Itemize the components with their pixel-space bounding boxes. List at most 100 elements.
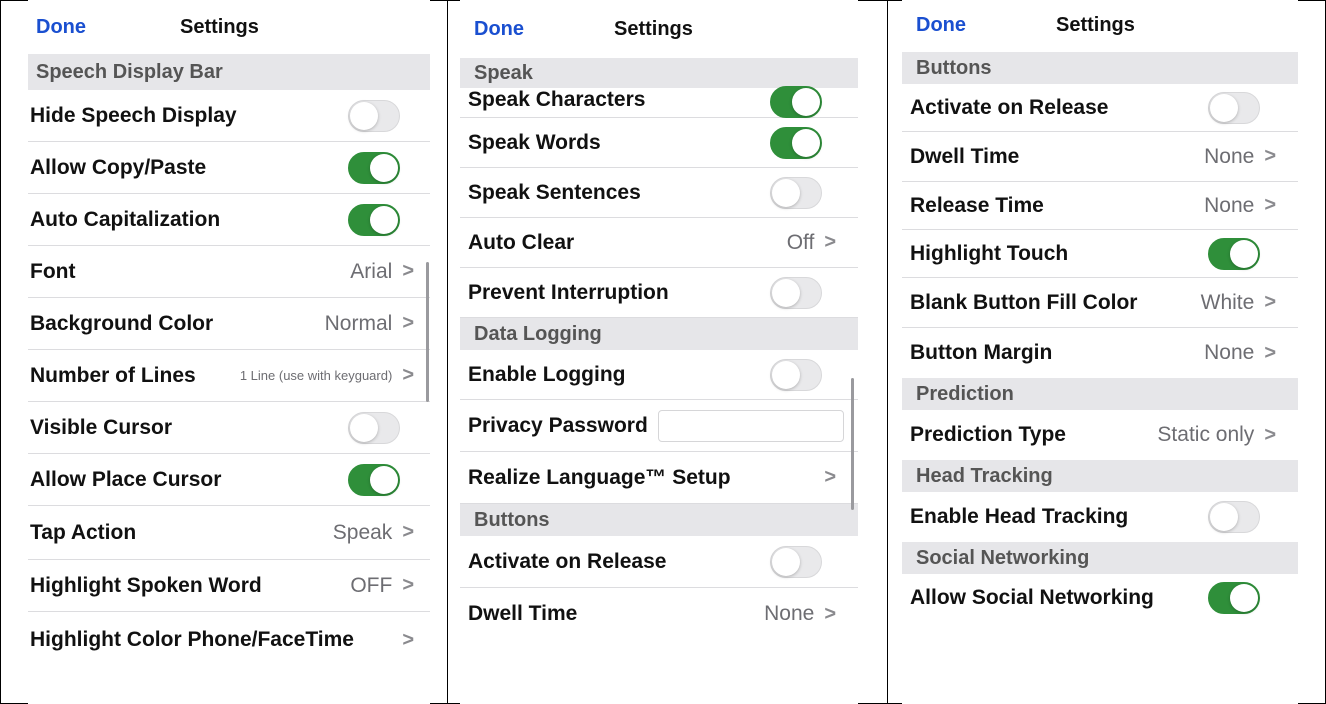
enable-logging-toggle[interactable] — [770, 358, 822, 391]
row-label: Allow Copy/Paste — [30, 155, 207, 179]
row-dwell-time[interactable]: Dwell Time None > — [902, 132, 1298, 182]
button-margin-value: None — [1204, 341, 1255, 364]
section-head-tracking: Head Tracking — [902, 460, 1298, 492]
scrollbar[interactable] — [426, 262, 429, 402]
row-label: Speak Characters — [468, 88, 646, 111]
row-label: Auto Capitalization — [30, 207, 221, 231]
scrollbar[interactable] — [851, 378, 854, 510]
nav-title: Settings — [614, 17, 693, 40]
row-allow-social-networking[interactable]: Allow Social Networking — [902, 574, 1298, 622]
settings-panel-speech-display: Done Settings Speech Display Bar Hide Sp… — [28, 0, 430, 704]
row-label: Speak Words — [468, 130, 601, 154]
row-enable-logging[interactable]: Enable Logging — [460, 350, 858, 400]
row-highlight-color[interactable]: Highlight Color Phone/FaceTime > — [28, 612, 430, 668]
allow-place-cursor-toggle[interactable] — [348, 463, 400, 496]
nav-title: Settings — [1056, 14, 1135, 36]
row-hide-speech-display[interactable]: Hide Speech Display — [28, 90, 430, 142]
row-label: Blank Button Fill Color — [910, 290, 1138, 314]
prevent-interruption-toggle[interactable] — [770, 276, 822, 309]
row-label: Tap Action — [30, 520, 137, 544]
row-visible-cursor[interactable]: Visible Cursor — [28, 402, 430, 454]
section-header-label: Speech Display Bar — [36, 60, 223, 83]
row-background-color[interactable]: Background Color Normal > — [28, 298, 430, 350]
row-label: Hide Speech Display — [30, 103, 237, 127]
speak-words-toggle[interactable] — [770, 126, 822, 159]
chevron-right-icon: > — [402, 628, 414, 651]
section-header-label: Head Tracking — [916, 464, 1053, 487]
row-release-time[interactable]: Release Time None > — [902, 182, 1298, 230]
row-value: White > — [1201, 291, 1276, 315]
section-buttons: Buttons — [460, 504, 858, 536]
activate-on-release-toggle[interactable] — [1208, 91, 1260, 124]
row-activate-on-release[interactable]: Activate on Release — [902, 84, 1298, 132]
speak-sentences-toggle[interactable] — [770, 176, 822, 209]
row-auto-capitalization[interactable]: Auto Capitalization — [28, 194, 430, 246]
section-social-networking: Social Networking — [902, 542, 1298, 574]
done-button[interactable]: Done — [916, 14, 966, 37]
row-label: Realize Language™ Setup — [468, 465, 731, 489]
allow-copy-paste-toggle[interactable] — [348, 151, 400, 184]
visible-cursor-toggle[interactable] — [348, 411, 400, 444]
row-privacy-password[interactable]: Privacy Password — [460, 400, 858, 452]
row-tap-action[interactable]: Tap Action Speak > — [28, 506, 430, 560]
row-auto-clear[interactable]: Auto Clear Off > — [460, 218, 858, 268]
row-activate-on-release[interactable]: Activate on Release — [460, 536, 858, 588]
row-highlight-spoken-word[interactable]: Highlight Spoken Word OFF > — [28, 560, 430, 612]
section-header-label: Buttons — [474, 508, 550, 531]
row-prediction-type[interactable]: Prediction Type Static only > — [902, 410, 1298, 460]
row-label: Speak Sentences — [468, 180, 641, 204]
nav-bar: Done Settings — [902, 0, 1298, 52]
enable-head-tracking-toggle[interactable] — [1208, 501, 1260, 533]
row-speak-sentences[interactable]: Speak Sentences — [460, 168, 858, 218]
row-enable-head-tracking[interactable]: Enable Head Tracking — [902, 492, 1298, 542]
row-value: None > — [1204, 341, 1276, 365]
row-value: Off > — [787, 231, 836, 255]
tap-action-value: Speak — [332, 520, 393, 544]
number-of-lines-value: 1 Line (use with keyguard) — [239, 368, 393, 383]
row-button-margin[interactable]: Button Margin None > — [902, 328, 1298, 378]
row-label: Visible Cursor — [30, 415, 172, 439]
allow-social-networking-toggle[interactable] — [1208, 582, 1260, 614]
settings-panel-buttons: Done Settings Buttons Activate on Releas… — [902, 0, 1298, 704]
row-number-of-lines[interactable]: Number of Lines 1 Line (use with keyguar… — [28, 350, 430, 402]
row-allow-place-cursor[interactable]: Allow Place Cursor — [28, 454, 430, 506]
speak-characters-toggle[interactable] — [770, 86, 822, 118]
row-prevent-interruption[interactable]: Prevent Interruption — [460, 268, 858, 318]
row-blank-button-fill-color[interactable]: Blank Button Fill Color White > — [902, 278, 1298, 328]
row-label: Activate on Release — [910, 95, 1109, 119]
row-value: 1 Line (use with keyguard) > — [240, 364, 414, 387]
activate-on-release-toggle[interactable] — [770, 545, 822, 578]
row-dwell-time[interactable]: Dwell Time None > — [460, 588, 858, 640]
done-button[interactable]: Done — [474, 18, 524, 41]
row-speak-words[interactable]: Speak Words — [460, 118, 858, 168]
row-label: Font — [30, 259, 76, 283]
highlight-touch-toggle[interactable] — [1208, 237, 1260, 270]
row-label: Highlight Touch — [910, 241, 1069, 265]
section-header-label: Speak — [474, 61, 533, 84]
done-button[interactable]: Done — [36, 16, 86, 39]
highlight-spoken-word-value: OFF — [350, 573, 393, 597]
row-label: Number of Lines — [30, 363, 196, 387]
chevron-right-icon: > — [1264, 194, 1276, 216]
privacy-password-field[interactable] — [658, 409, 844, 442]
chevron-right-icon: > — [1264, 341, 1276, 364]
auto-capitalization-toggle[interactable] — [348, 203, 400, 236]
chevron-right-icon: > — [1264, 145, 1276, 167]
row-value: Arial > — [350, 260, 414, 284]
row-label: Background Color — [30, 311, 214, 335]
section-header-label: Data Logging — [474, 322, 602, 345]
row-speak-characters[interactable]: Speak Characters — [460, 86, 858, 118]
row-label: Allow Place Cursor — [30, 467, 222, 491]
row-allow-copy-paste[interactable]: Allow Copy/Paste — [28, 142, 430, 194]
row-value: OFF > — [350, 574, 414, 598]
row-label: Allow Social Networking — [910, 586, 1154, 609]
chevron-right-icon: > — [402, 260, 414, 282]
row-font[interactable]: Font Arial > — [28, 246, 430, 298]
row-highlight-touch[interactable]: Highlight Touch — [902, 230, 1298, 278]
row-label: Highlight Spoken Word — [30, 573, 262, 597]
row-realize-language-setup[interactable]: Realize Language™ Setup > — [460, 452, 858, 504]
hide-speech-display-toggle[interactable] — [348, 99, 400, 132]
background-color-value: Normal — [324, 311, 393, 335]
row-value: Static only > — [1157, 423, 1276, 447]
chevron-right-icon: > — [824, 602, 836, 625]
